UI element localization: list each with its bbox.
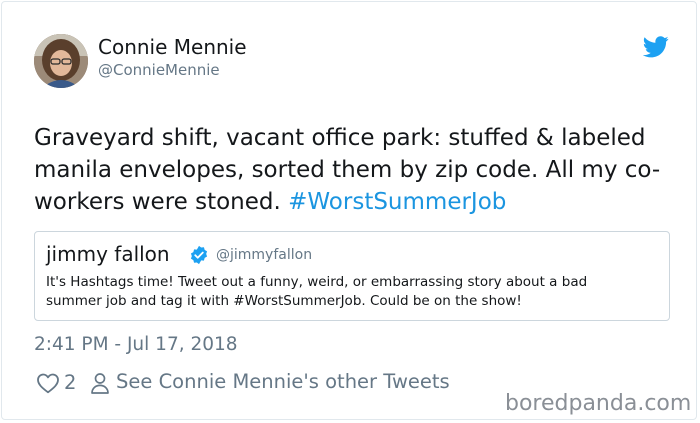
tweet-text: Graveyard shift, vacant office park: stu… [34, 122, 674, 218]
avatar-image [34, 34, 88, 88]
person-icon[interactable] [89, 372, 111, 394]
hashtag-link[interactable]: #WorstSummerJob [288, 189, 506, 215]
twitter-bird-icon[interactable] [643, 36, 669, 58]
quoted-author-name: jimmy fallon [46, 242, 170, 266]
tweet-card: Connie Mennie @ConnieMennie Graveyard sh… [1, 1, 697, 420]
author-avatar[interactable] [34, 34, 88, 88]
heart-icon[interactable] [36, 372, 60, 394]
tweet-timestamp[interactable]: 2:41 PM - Jul 17, 2018 [34, 334, 238, 355]
quoted-author-handle: @jimmyfallon [216, 247, 313, 263]
verified-badge-icon [190, 245, 208, 265]
quoted-tweet[interactable]: jimmy fallon @jimmyfallon It's Hashtags … [34, 231, 670, 321]
author-handle[interactable]: @ConnieMennie [98, 61, 220, 79]
watermark: boredpanda.com [505, 391, 692, 416]
author-name[interactable]: Connie Mennie [98, 35, 247, 59]
other-tweets-link[interactable]: See Connie Mennie's other Tweets [116, 370, 450, 393]
quoted-tweet-text: It's Hashtags time! Tweet out a funny, w… [46, 274, 588, 309]
like-count[interactable]: 2 [64, 371, 76, 394]
